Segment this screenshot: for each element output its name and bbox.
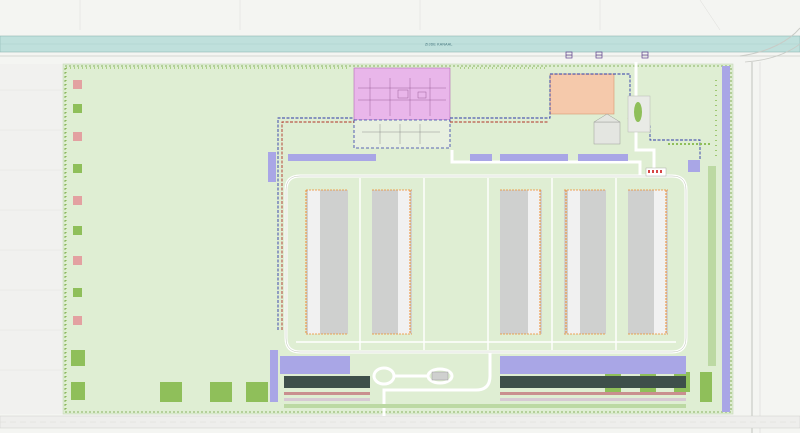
hedge-block-red [73,316,82,325]
tree-cluster [246,382,268,402]
basin-west-south [270,350,278,402]
building-3 [500,189,542,335]
basin-south-east [500,356,686,374]
hedge-block-green [73,226,82,235]
site-plan: ZIJDE KANAAL [0,0,800,433]
hedge-block-green [73,288,82,297]
canal-label: ZIJDE KANAAL [425,43,453,47]
basin-west [268,152,276,182]
hedge-block-red [73,80,82,89]
tree-cluster [160,382,182,402]
solar-row [284,376,370,388]
parking-area [549,73,615,115]
basin-north-east [578,154,628,161]
entrance-roundabout [372,366,396,386]
solar-row-light [500,398,686,401]
south-green-strip [284,404,686,408]
basin-east [688,160,700,172]
east-purple-strip [722,66,730,412]
east-gate-island [634,102,642,122]
hedge-block-green [73,164,82,173]
building-5 [628,189,668,335]
hedge-block-red [73,196,82,205]
solar-row-red [284,392,370,395]
basin-south-west [280,356,350,374]
building-1 [305,189,348,335]
tree-cluster-southwest [160,382,268,402]
solar-row-light [284,398,370,401]
gatehouse [431,371,449,381]
solar-row-red [500,392,686,395]
basin-north-west [288,154,376,161]
switchgear-building [353,119,451,149]
substation-area [353,67,451,121]
building-2 [372,189,412,335]
service-building [593,121,621,145]
solar-row [500,376,686,388]
east-hedge-strip [708,166,716,366]
tree-cluster [210,382,232,402]
left-agricultural-field [0,64,62,414]
basin-north-mid-2 [500,154,568,161]
hedge-block-green [71,382,85,400]
hedge-block-red [73,132,82,141]
basin-north-mid [470,154,492,161]
building-4 [564,189,606,335]
hedge-block-green [73,104,82,113]
tree-cluster [700,372,712,402]
hedge-block-green [71,350,85,366]
hedge-block-red [73,256,82,265]
